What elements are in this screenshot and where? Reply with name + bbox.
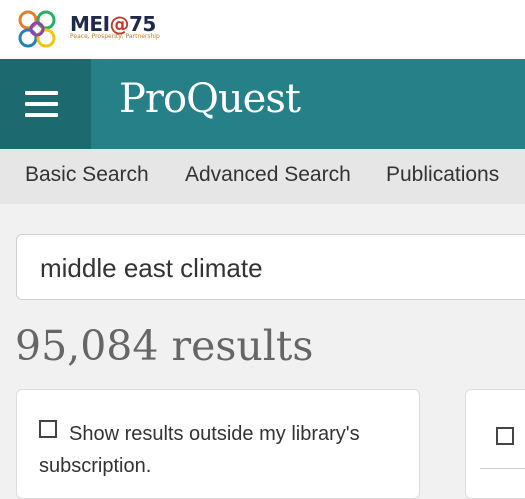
proquest-header: ProQuest	[0, 59, 525, 149]
mei-logo-icon	[18, 10, 56, 48]
hamburger-menu-button[interactable]	[0, 59, 91, 149]
search-input-value[interactable]: middle east climate	[40, 253, 263, 284]
search-nav-bar: Basic Search Advanced Search Publication…	[0, 149, 525, 204]
filter-card: Show results outside my library's subscr…	[16, 389, 420, 499]
secondary-checkbox[interactable]	[496, 427, 514, 445]
nav-publications[interactable]: Publications	[386, 163, 499, 187]
search-input[interactable]: middle east climate	[16, 234, 525, 300]
secondary-filter-card	[465, 389, 525, 499]
nav-basic-search[interactable]: Basic Search	[25, 163, 149, 187]
mei-logo-tagline: Peace, Prosperity, Partnership	[70, 33, 160, 40]
top-banner: MEI@75 Peace, Prosperity, Partnership	[0, 0, 525, 59]
hamburger-menu-icon	[25, 113, 58, 117]
hamburger-menu-icon	[25, 91, 58, 95]
proquest-logo[interactable]: ProQuest	[119, 76, 301, 122]
outside-library-label[interactable]: Show results outside my library's subscr…	[39, 418, 399, 482]
hamburger-menu-icon	[25, 102, 58, 106]
card-divider	[480, 468, 525, 469]
nav-advanced-search[interactable]: Advanced Search	[185, 163, 351, 187]
results-count: 95,084 results	[15, 322, 314, 370]
